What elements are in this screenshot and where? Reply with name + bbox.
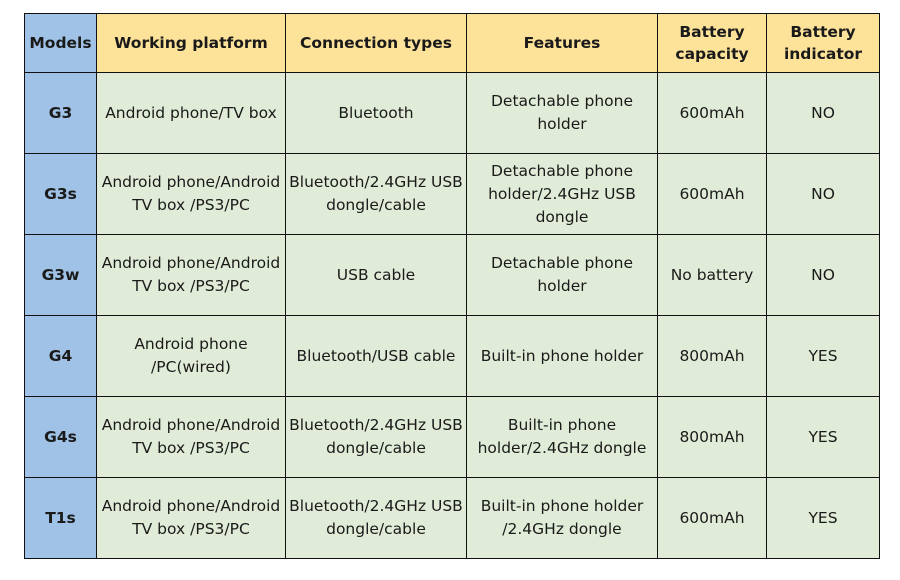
connection-cell: Bluetooth/2.4GHz USB dongle/cable	[285, 477, 467, 559]
connection-cell: USB cable	[285, 234, 467, 316]
battery-capacity-cell: 800mAh	[657, 396, 767, 478]
platform-cell: Android phone/Android TV box /PS3/PC	[96, 396, 286, 478]
features-cell: Built-in phone holder /2.4GHz dongle	[466, 477, 658, 559]
features-cell: Detachable phone holder/2.4GHz USB dongl…	[466, 153, 658, 235]
platform-cell: Android phone/Android TV box /PS3/PC	[96, 477, 286, 559]
platform-cell: Android phone/Android TV box /PS3/PC	[96, 234, 286, 316]
battery-indicator-cell: YES	[766, 315, 880, 397]
header-working-platform: Working platform	[96, 13, 286, 73]
model-cell: G4	[24, 315, 97, 397]
header-features: Features	[466, 13, 658, 73]
battery-capacity-cell: 800mAh	[657, 315, 767, 397]
model-cell: G3s	[24, 153, 97, 235]
header-battery-indicator: Battery indicator	[766, 13, 880, 73]
battery-capacity-cell: 600mAh	[657, 153, 767, 235]
battery-indicator-cell: YES	[766, 396, 880, 478]
battery-indicator-cell: NO	[766, 234, 880, 316]
battery-indicator-cell: YES	[766, 477, 880, 559]
battery-capacity-cell: 600mAh	[657, 72, 767, 154]
model-cell: G4s	[24, 396, 97, 478]
features-cell: Built-in phone holder/2.4GHz dongle	[466, 396, 658, 478]
features-cell: Detachable phone holder	[466, 72, 658, 154]
model-cell: G3w	[24, 234, 97, 316]
features-cell: Built-in phone holder	[466, 315, 658, 397]
platform-cell: Android phone/TV box	[96, 72, 286, 154]
connection-cell: Bluetooth/2.4GHz USB dongle/cable	[285, 396, 467, 478]
features-cell: Detachable phone holder	[466, 234, 658, 316]
table-row: G3w Android phone/Android TV box /PS3/PC…	[24, 234, 880, 316]
table-row: G3 Android phone/TV box Bluetooth Detach…	[24, 72, 880, 154]
battery-capacity-cell: 600mAh	[657, 477, 767, 559]
battery-indicator-cell: NO	[766, 72, 880, 154]
model-cell: T1s	[24, 477, 97, 559]
table-row: G3s Android phone/Android TV box /PS3/PC…	[24, 153, 880, 235]
platform-cell: Android phone /PC(wired)	[96, 315, 286, 397]
header-battery-capacity: Battery capacity	[657, 13, 767, 73]
model-cell: G3	[24, 72, 97, 154]
connection-cell: Bluetooth	[285, 72, 467, 154]
table-row: G4 Android phone /PC(wired) Bluetooth/US…	[24, 315, 880, 397]
table-row: G4s Android phone/Android TV box /PS3/PC…	[24, 396, 880, 478]
header-models: Models	[24, 13, 97, 73]
table-row: T1s Android phone/Android TV box /PS3/PC…	[24, 477, 880, 559]
battery-indicator-cell: NO	[766, 153, 880, 235]
connection-cell: Bluetooth/2.4GHz USB dongle/cable	[285, 153, 467, 235]
header-connection-types: Connection types	[285, 13, 467, 73]
battery-capacity-cell: No battery	[657, 234, 767, 316]
header-row: Models Working platform Connection types…	[24, 13, 880, 73]
platform-cell: Android phone/Android TV box /PS3/PC	[96, 153, 286, 235]
connection-cell: Bluetooth/USB cable	[285, 315, 467, 397]
model-comparison-table: Models Working platform Connection types…	[24, 13, 880, 559]
